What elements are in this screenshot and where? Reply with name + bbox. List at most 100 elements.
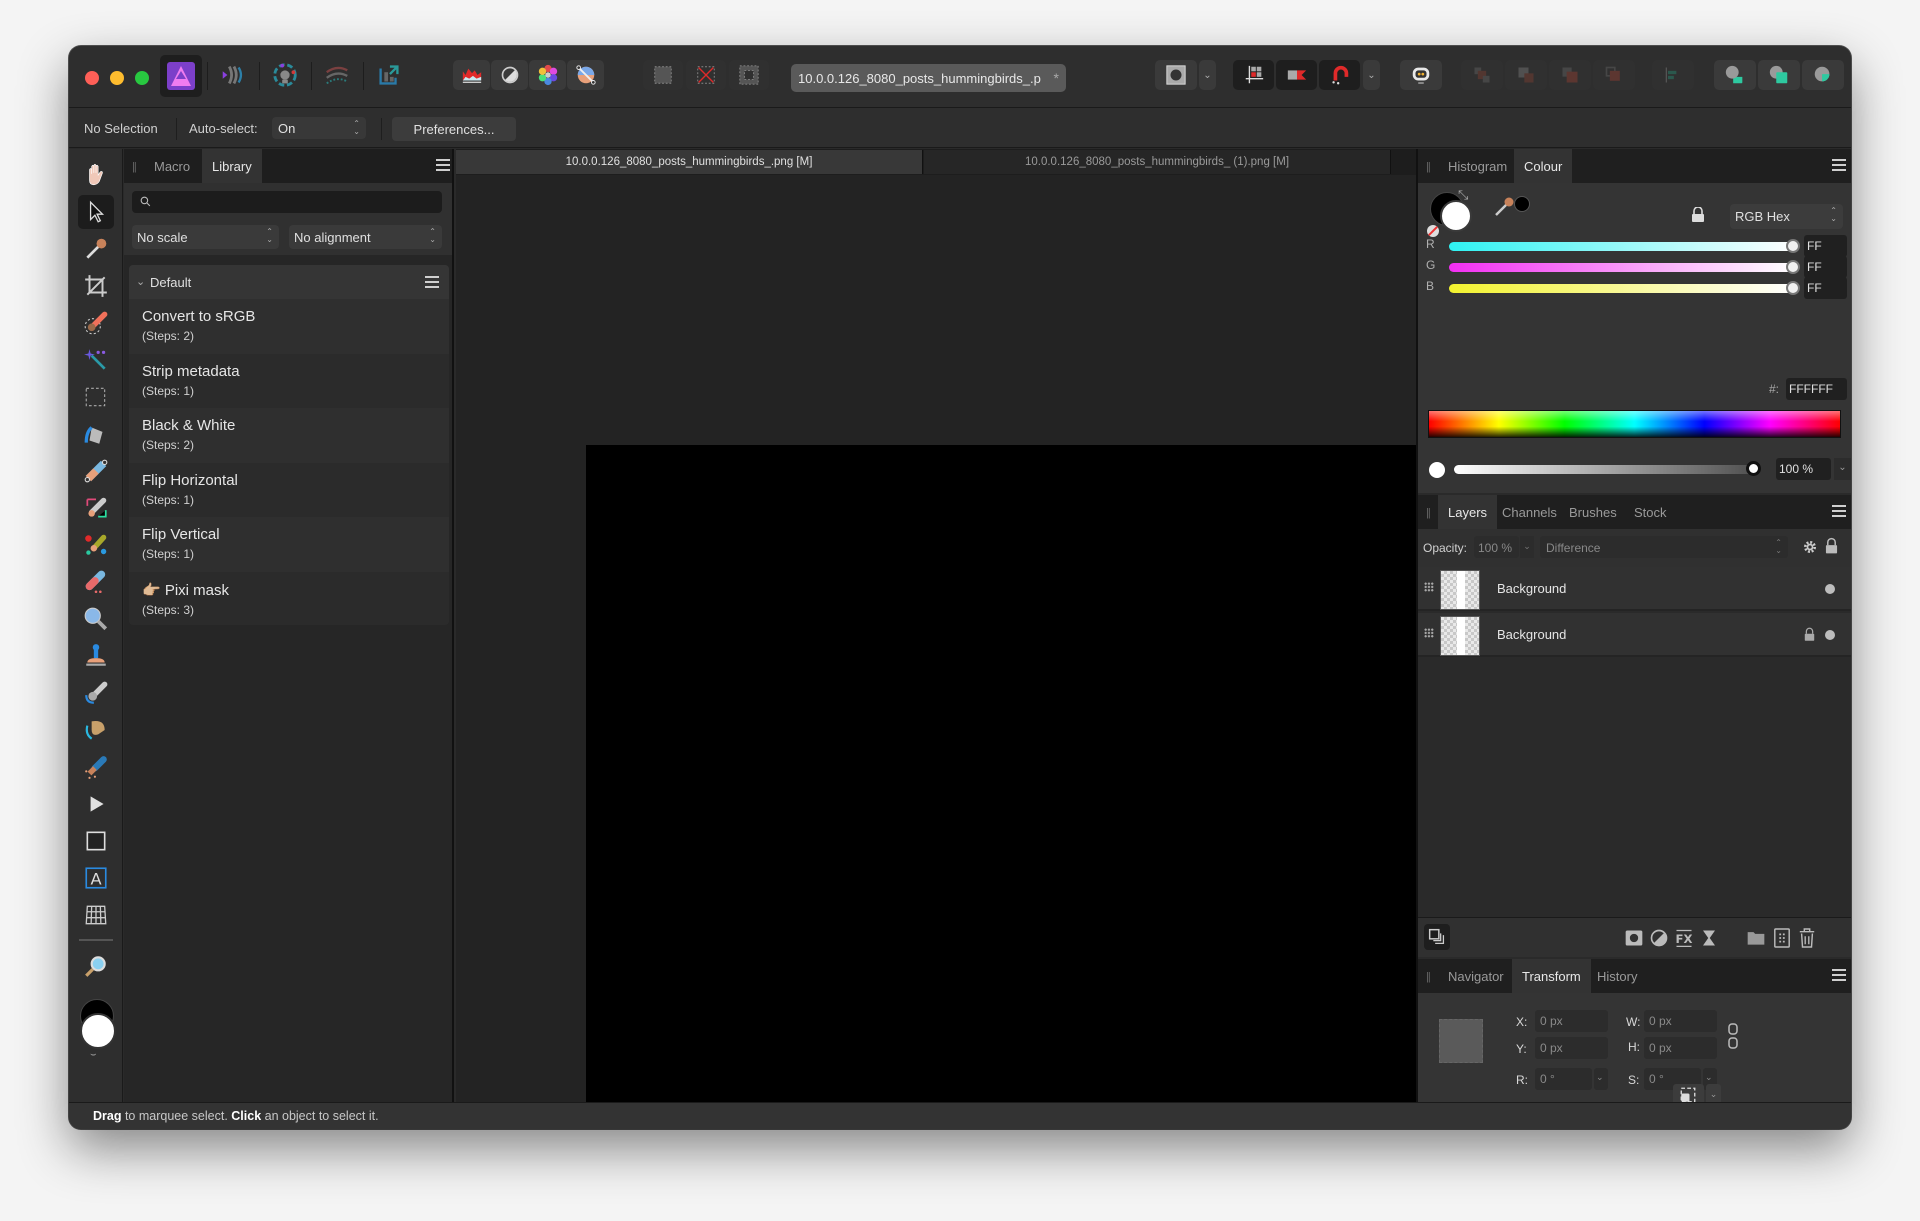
swap-colours-icon[interactable]: ⤡: [1458, 187, 1468, 203]
fill-swatch[interactable]: [1440, 200, 1472, 232]
crop-tool[interactable]: [78, 269, 114, 303]
gear-icon[interactable]: [1802, 539, 1818, 555]
layer-drag-handle-icon[interactable]: [1424, 582, 1434, 592]
anchor-point-selector[interactable]: [1439, 1019, 1483, 1063]
quick-mask-dropdown[interactable]: ⌄: [1199, 60, 1216, 90]
tab-layers[interactable]: Layers: [1438, 495, 1498, 529]
zoom-tool[interactable]: [78, 949, 114, 983]
tab-macro[interactable]: Macro: [144, 149, 200, 183]
tab-channels[interactable]: Channels: [1492, 495, 1567, 529]
liquify-persona-button[interactable]: [213, 60, 253, 90]
arrange-layers-button[interactable]: [1424, 924, 1450, 950]
rotation-dropdown[interactable]: ⌄: [1594, 1068, 1608, 1090]
snapping-magnet-button[interactable]: [1319, 60, 1360, 90]
panel-menu-icon[interactable]: [1832, 159, 1846, 171]
node-tool[interactable]: [78, 787, 114, 821]
tab-library[interactable]: Library: [202, 149, 262, 183]
w-input[interactable]: 0 px: [1644, 1010, 1717, 1032]
channel-slider[interactable]: [1449, 284, 1793, 293]
add-pixel-layer-icon[interactable]: [1773, 927, 1791, 949]
tab-stock[interactable]: Stock: [1624, 495, 1677, 529]
layer-row[interactable]: Background: [1418, 613, 1851, 657]
group-icon[interactable]: [1745, 928, 1767, 948]
rotation-input[interactable]: 0 °: [1535, 1068, 1592, 1090]
move-backward-button[interactable]: [1505, 60, 1547, 90]
invert-selection-button[interactable]: [729, 60, 769, 90]
selection-brush-tool[interactable]: [78, 306, 114, 340]
opacity-input[interactable]: 100 %: [1776, 458, 1831, 480]
panel-grip-icon[interactable]: ||: [132, 161, 137, 173]
panel-grip-icon[interactable]: ||: [1426, 161, 1431, 173]
scale-dropdown[interactable]: No scale ⌃ ⌄: [132, 225, 279, 249]
select-all-button[interactable]: [643, 60, 683, 90]
close-window-button[interactable]: [85, 71, 99, 85]
artistic-text-tool[interactable]: A: [78, 861, 114, 895]
macro-item[interactable]: Convert to sRGB (Steps: 2): [129, 299, 449, 354]
force-pixel-alignment-button[interactable]: [1276, 60, 1317, 90]
macro-item[interactable]: 👉🏼 Pixi mask (Steps: 3): [129, 571, 449, 625]
colour-spectrum[interactable]: [1428, 410, 1841, 438]
layer-visibility-toggle[interactable]: [1825, 630, 1835, 640]
image-canvas[interactable]: [586, 445, 1425, 1102]
channel-slider-knob[interactable]: [1786, 260, 1800, 274]
pixel-tool[interactable]: [78, 528, 114, 562]
delete-layer-icon[interactable]: [1798, 927, 1816, 949]
auto-select-dropdown[interactable]: On ⌃ ⌄: [272, 117, 366, 139]
channel-slider[interactable]: [1449, 263, 1793, 272]
alignment-dropdown[interactable]: No alignment ⌃ ⌄: [289, 225, 442, 249]
add-shape-button[interactable]: [1714, 60, 1756, 90]
move-front-button[interactable]: [1593, 60, 1635, 90]
mask-layer-icon[interactable]: [1624, 928, 1644, 948]
paint-brush-tool[interactable]: [78, 454, 114, 488]
colour-picker-tool[interactable]: [78, 232, 114, 266]
channel-slider[interactable]: [1449, 242, 1793, 251]
fx-icon[interactable]: FX: [1674, 927, 1694, 949]
fill-colour-swatch[interactable]: [80, 1013, 116, 1049]
panel-menu-icon[interactable]: [436, 159, 450, 171]
tab-histogram[interactable]: Histogram: [1438, 149, 1517, 183]
erase-brush-tool[interactable]: [78, 565, 114, 599]
panel-menu-icon[interactable]: [1832, 969, 1846, 981]
tab-navigator[interactable]: Navigator: [1438, 959, 1514, 993]
colour-mode-dropdown[interactable]: RGB Hex ⌃ ⌄: [1730, 204, 1843, 229]
move-tool[interactable]: [78, 195, 114, 229]
inpainting-tool[interactable]: [78, 750, 114, 784]
h-input[interactable]: 0 px: [1644, 1037, 1717, 1059]
live-filter-icon[interactable]: [1700, 928, 1718, 948]
x-input[interactable]: 0 px: [1535, 1010, 1608, 1032]
snapping-grid-button[interactable]: [1233, 60, 1274, 90]
picked-colour-swatch[interactable]: [1514, 196, 1530, 212]
rectangle-tool[interactable]: [78, 824, 114, 858]
move-back-button[interactable]: [1461, 60, 1503, 90]
quick-mask-button[interactable]: [1155, 60, 1197, 90]
smudge-tool[interactable]: [78, 713, 114, 747]
snapping-dropdown[interactable]: ⌄: [1363, 60, 1380, 90]
hex-input[interactable]: FFFFFF: [1786, 378, 1847, 400]
link-aspect-icon[interactable]: [1728, 1023, 1738, 1049]
tab-brushes[interactable]: Brushes: [1559, 495, 1627, 529]
move-forward-button[interactable]: [1549, 60, 1591, 90]
layer-opacity-dropdown[interactable]: ⌄: [1520, 536, 1534, 558]
tab-colour[interactable]: Colour: [1514, 149, 1573, 183]
macro-item[interactable]: Strip metadata (Steps: 1): [129, 353, 449, 408]
tab-transform[interactable]: Transform: [1512, 959, 1591, 993]
align-button[interactable]: [1652, 60, 1694, 90]
layer-opacity-input[interactable]: 100 %: [1474, 536, 1519, 558]
white-balance-button[interactable]: [567, 60, 604, 90]
assistant-button[interactable]: [1400, 60, 1442, 90]
blend-mode-dropdown[interactable]: Difference ⌃ ⌄: [1540, 536, 1788, 558]
panel-menu-icon[interactable]: [1832, 505, 1846, 517]
deselect-button[interactable]: [686, 60, 726, 90]
flood-select-tool[interactable]: [78, 343, 114, 377]
healing-brush-tool[interactable]: [78, 676, 114, 710]
macro-item[interactable]: Flip Vertical (Steps: 1): [129, 517, 449, 572]
clone-brush-tool[interactable]: [78, 639, 114, 673]
lock-icon[interactable]: [1691, 207, 1705, 223]
channel-value-input[interactable]: FF: [1804, 256, 1847, 278]
document-tab[interactable]: 10.0.0.126_8080_posts_hummingbirds_ (1).…: [924, 150, 1391, 174]
macro-item[interactable]: Flip Horizontal (Steps: 1): [129, 462, 449, 517]
colour-wheel-button[interactable]: [529, 60, 566, 90]
zoom-window-button[interactable]: [135, 71, 149, 85]
minimize-window-button[interactable]: [110, 71, 124, 85]
layer-row[interactable]: Background: [1418, 567, 1851, 611]
